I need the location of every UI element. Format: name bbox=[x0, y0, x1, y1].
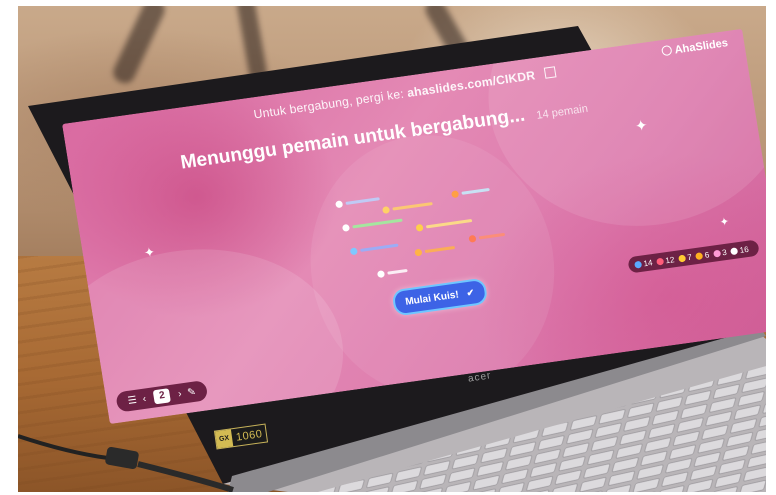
charging-cable bbox=[18, 434, 234, 492]
photo: Untuk bergabung, pergi ke: ahaslides.com… bbox=[18, 6, 766, 492]
